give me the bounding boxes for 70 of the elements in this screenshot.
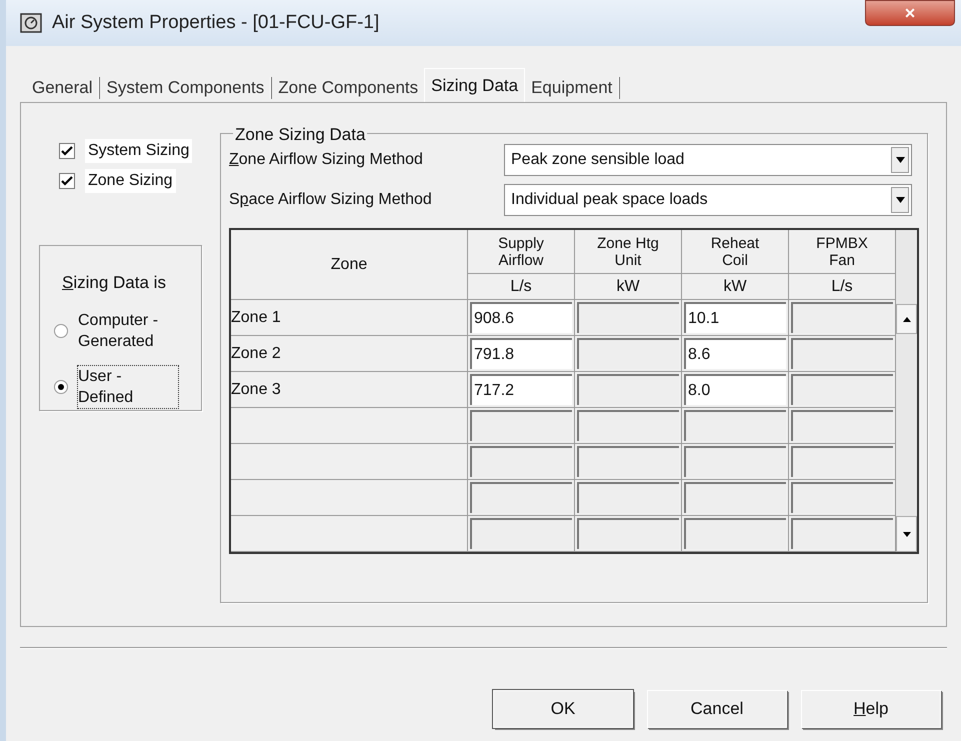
table-cell[interactable] <box>470 518 572 549</box>
column-header: Zone Htg Unit <box>575 230 681 274</box>
table-cell[interactable]: 908.6 <box>470 302 572 333</box>
column-header: FPMBX Fan <box>789 230 895 274</box>
table-cell[interactable]: 791.8 <box>470 338 572 369</box>
column-header: Zone <box>231 230 468 299</box>
tab[interactable]: Sizing Data <box>424 68 526 102</box>
table-cell[interactable] <box>791 302 893 333</box>
row-header: Zone 1 <box>231 300 468 335</box>
dialog-button[interactable]: Help <box>801 690 941 728</box>
table-cell[interactable] <box>791 518 893 549</box>
table-cell[interactable] <box>470 482 572 513</box>
table-cell[interactable] <box>577 374 679 405</box>
table-cell[interactable] <box>684 482 786 513</box>
table-cell[interactable] <box>684 446 786 477</box>
table-cell[interactable]: 8.0 <box>684 374 786 405</box>
table-cell[interactable] <box>470 446 572 477</box>
caret-down-icon <box>896 197 904 203</box>
scroll-up-icon <box>902 316 910 322</box>
column-unit: L/s <box>830 276 854 296</box>
table-cell[interactable] <box>577 338 679 369</box>
table-cell[interactable] <box>577 482 679 513</box>
group-title: Sizing Data is <box>61 272 167 294</box>
table-cell[interactable] <box>791 338 893 369</box>
checkmark-icon <box>61 146 73 156</box>
tab[interactable]: Equipment <box>525 74 618 102</box>
table-cell[interactable] <box>577 410 679 441</box>
row-header: Zone 2 <box>231 336 468 371</box>
table-cell[interactable] <box>577 302 679 333</box>
dropdown[interactable]: Peak zone sensible load <box>504 144 912 176</box>
dialog-button[interactable]: OK <box>493 690 633 728</box>
field-label: Space Airflow Sizing Method <box>229 190 433 210</box>
field-label: Zone Airflow Sizing Method <box>229 150 424 170</box>
table-cell[interactable]: 717.2 <box>470 374 572 405</box>
checkbox[interactable] <box>59 143 75 159</box>
column-unit: kW <box>615 276 641 296</box>
checkbox-label: Zone Sizing <box>85 169 176 193</box>
table-cell[interactable] <box>791 410 893 441</box>
table-cell[interactable] <box>577 518 679 549</box>
dialog-button[interactable]: Cancel <box>647 690 787 728</box>
table-cell[interactable] <box>577 446 679 477</box>
radio-label: Computer - Generated <box>78 310 160 352</box>
tab[interactable]: General <box>26 74 98 102</box>
table-cell[interactable]: 8.6 <box>684 338 786 369</box>
radio-label: User - Defined <box>78 366 178 408</box>
table-cell[interactable] <box>684 518 786 549</box>
window-icon <box>20 13 42 33</box>
radio-button[interactable] <box>54 324 68 338</box>
checkbox-label: System Sizing <box>85 139 192 163</box>
column-header: Reheat Coil <box>682 230 788 274</box>
tab[interactable]: Zone Components <box>272 74 424 102</box>
column-unit: kW <box>722 276 748 296</box>
radio-button[interactable] <box>54 380 68 394</box>
column-header: Supply Airflow <box>468 230 574 274</box>
window-title: Air System Properties - [01-FCU-GF-1] <box>52 10 380 35</box>
checkbox[interactable] <box>59 173 75 189</box>
table-cell[interactable] <box>791 482 893 513</box>
table-cell[interactable] <box>684 410 786 441</box>
table-cell[interactable] <box>791 374 893 405</box>
row-header: Zone 3 <box>231 372 468 407</box>
caret-down-icon <box>896 157 904 163</box>
scrollbar[interactable] <box>896 230 917 552</box>
table-cell[interactable] <box>791 446 893 477</box>
dropdown[interactable]: Individual peak space loads <box>504 184 912 216</box>
scroll-down-icon <box>902 532 910 536</box>
table-cell[interactable] <box>470 410 572 441</box>
tab[interactable]: System Components <box>100 74 270 102</box>
column-unit: L/s <box>509 276 533 296</box>
checkmark-icon <box>61 176 73 186</box>
table-cell[interactable]: 10.1 <box>684 302 786 333</box>
